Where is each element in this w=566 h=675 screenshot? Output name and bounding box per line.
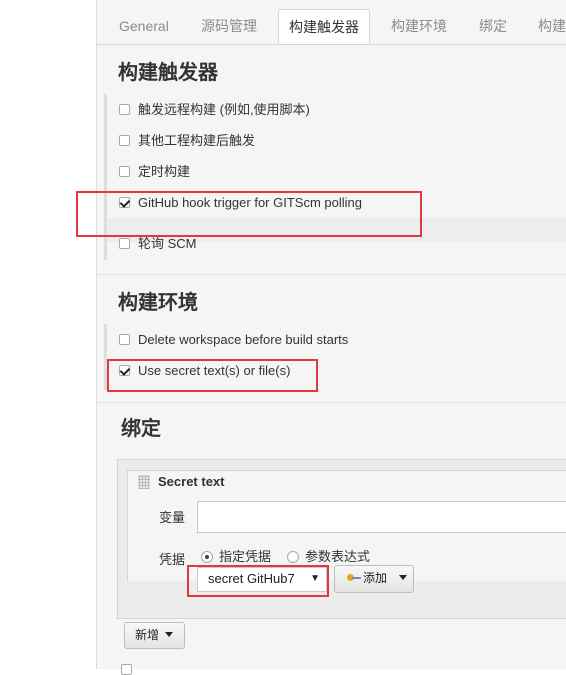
checkbox[interactable]: [119, 104, 130, 115]
add-binding-button[interactable]: 新增: [124, 622, 185, 649]
section-title-bindings: 绑定: [121, 418, 161, 440]
radio-label: 参数表达式: [305, 549, 371, 564]
card-title: Secret text: [158, 474, 225, 489]
section-title-environment: 构建环境: [118, 292, 198, 314]
option-label: 其他工程构建后触发: [138, 133, 256, 148]
tab-bindings[interactable]: 绑定: [469, 9, 517, 43]
tab-general[interactable]: General: [109, 9, 179, 43]
section-divider: [97, 274, 566, 275]
key-icon: [347, 574, 361, 582]
checkbox-partial[interactable]: [121, 664, 132, 675]
option-periodic-build[interactable]: 定时构建: [119, 162, 190, 182]
option-poll-scm[interactable]: 轮询 SCM: [119, 234, 197, 254]
add-credential-button[interactable]: 添加: [334, 565, 414, 593]
chevron-down-icon: [399, 575, 408, 580]
annotation-box-github-hook: [76, 191, 422, 237]
tab-build-triggers[interactable]: 构建触发器: [278, 9, 370, 44]
option-label: 轮询 SCM: [138, 236, 197, 251]
option-label: 触发远程构建 (例如,使用脚本): [138, 102, 310, 117]
annotation-box-credential: [187, 565, 329, 597]
variable-input[interactable]: [197, 501, 566, 533]
option-remote-trigger[interactable]: 触发远程构建 (例如,使用脚本): [119, 100, 310, 120]
left-blank-panel: [0, 0, 96, 669]
section-divider: [97, 402, 566, 403]
chevron-down-icon: [165, 632, 174, 637]
checkbox[interactable]: [119, 166, 130, 177]
radio-param-expression[interactable]: 参数表达式: [287, 546, 370, 565]
new-button-label: 新增: [135, 628, 160, 642]
config-main: General 源码管理 构建触发器 构建环境 绑定 构建 构建触发器 触发远程…: [76, 0, 566, 675]
variable-label: 变量: [159, 510, 186, 525]
section-title-triggers: 构建触发器: [118, 62, 218, 84]
tab-scm[interactable]: 源码管理: [191, 9, 267, 43]
option-label: 定时构建: [138, 164, 191, 179]
annotation-box-use-secret: [107, 359, 318, 392]
add-button-label: 添加: [363, 571, 388, 585]
tab-build-env[interactable]: 构建环境: [381, 9, 457, 43]
tab-bar: General 源码管理 构建触发器 构建环境 绑定 构建: [97, 0, 566, 45]
radio-selected[interactable]: [201, 551, 213, 563]
option-label: Delete workspace before build starts: [138, 332, 349, 347]
checkbox[interactable]: [119, 238, 130, 249]
option-delete-workspace[interactable]: Delete workspace before build starts: [119, 330, 348, 350]
option-after-other-projects[interactable]: 其他工程构建后触发: [119, 131, 255, 151]
tab-build[interactable]: 构建: [528, 9, 566, 43]
checkbox[interactable]: [119, 135, 130, 146]
credentials-label: 凭据: [159, 552, 186, 567]
radio-label: 指定凭据: [219, 549, 272, 564]
drag-handle-icon[interactable]: [138, 475, 150, 489]
checkbox[interactable]: [119, 334, 130, 345]
radio-specific-credential[interactable]: 指定凭据: [201, 546, 271, 565]
radio-unselected[interactable]: [287, 551, 299, 563]
